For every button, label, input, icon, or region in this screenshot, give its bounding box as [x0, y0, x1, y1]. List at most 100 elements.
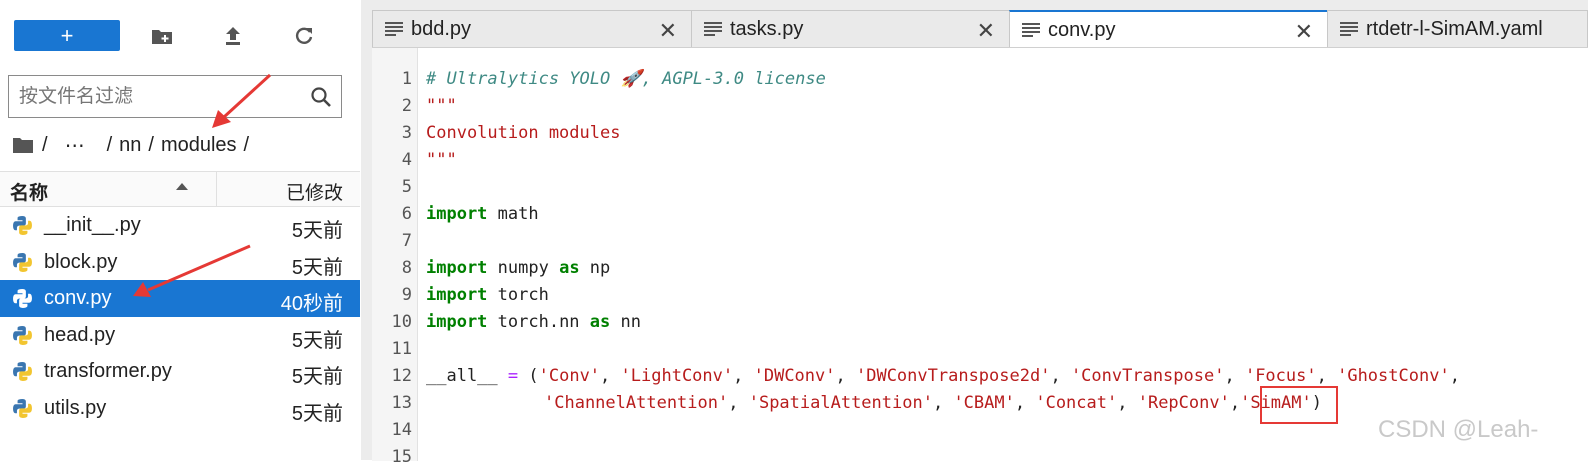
text-file-icon — [1022, 23, 1040, 37]
text-file-icon — [1340, 22, 1358, 36]
code-string: 'DWConvTranspose2d' — [855, 366, 1051, 386]
code-text: , — [1229, 393, 1241, 413]
new-folder-icon — [152, 29, 172, 44]
code-string: 'ChannelAttention' — [544, 393, 729, 413]
code-line: import math — [426, 204, 539, 224]
line-number: 10 — [391, 312, 412, 332]
code-line: """ — [426, 150, 457, 170]
code-string: 'Conv' — [538, 366, 601, 386]
upload-icon — [226, 26, 240, 45]
python-file-icon — [13, 216, 32, 235]
python-file-icon — [13, 289, 32, 309]
file-list-header: 名称 已修改 — [0, 171, 360, 207]
code-text: , — [1117, 393, 1138, 413]
file-row[interactable]: __init__.py 5天前 — [0, 207, 360, 244]
code-line: import torch.nn as nn — [426, 312, 641, 332]
code-keyword: import — [426, 204, 488, 224]
line-number-gutter: 1 2 3 4 5 6 7 8 9 10 11 12 13 14 15 — [372, 48, 418, 467]
file-modified: 5天前 — [291, 220, 343, 242]
tab-rtdetr-yaml[interactable]: rtdetr-l-SimAM.yaml — [1327, 10, 1588, 47]
code-text: , — [932, 393, 954, 413]
close-icon[interactable]: ✕ — [977, 18, 995, 44]
python-file-icon — [13, 362, 32, 382]
file-row[interactable]: transformer.py 5天前 — [0, 353, 360, 390]
code-text: , — [1449, 366, 1460, 386]
line-number: 5 — [401, 177, 412, 197]
line-number: 2 — [401, 96, 412, 116]
column-divider[interactable] — [216, 172, 217, 206]
column-header-name[interactable]: 名称 — [10, 178, 48, 205]
watermark: CSDN @Leah- — [1378, 416, 1539, 443]
code-text: , — [728, 393, 749, 413]
code-string: 'DWConv' — [753, 366, 836, 386]
code-string: 'GhostConv' — [1337, 366, 1450, 386]
code-text: nn — [610, 312, 641, 332]
file-row[interactable]: head.py 5天前 — [0, 317, 360, 354]
code-keyword: import — [426, 258, 488, 278]
breadcrumb-separator: / — [42, 133, 48, 156]
code-keyword: as — [589, 312, 611, 332]
code-line: 'ChannelAttention', 'SpatialAttention', … — [544, 393, 1322, 413]
code-string: """ — [426, 96, 457, 116]
breadcrumb-separator: / — [106, 133, 113, 156]
new-launcher-button[interactable]: + — [14, 20, 120, 51]
file-modified: 5天前 — [291, 329, 343, 352]
tab-tasks[interactable]: tasks.py ✕ — [691, 10, 1010, 47]
tab-bar: bdd.py ✕ tasks.py ✕ conv.py ✕ rtdetr-l-S… — [372, 10, 1588, 48]
file-name: __init__.py — [44, 214, 141, 236]
close-icon[interactable]: ✕ — [1295, 19, 1313, 45]
folder-icon[interactable] — [12, 136, 34, 154]
code-editor[interactable]: 1 2 3 4 5 6 7 8 9 10 11 12 13 14 15 # Ul… — [372, 47, 1588, 467]
code-string: 'ConvTranspose' — [1070, 366, 1225, 386]
code-string: 'Focus' — [1244, 366, 1317, 386]
file-name: block.py — [44, 250, 118, 273]
code-text: numpy — [487, 258, 560, 278]
breadcrumb-ellipsis[interactable]: ⋯ — [65, 133, 85, 158]
code-line: __all__ = ('Conv', 'LightConv', 'DWConv'… — [426, 366, 1460, 386]
line-number: 8 — [401, 258, 412, 278]
tab-label: bdd.py — [411, 17, 472, 40]
highlight-box — [1260, 386, 1338, 424]
file-name: utils.py — [44, 396, 107, 419]
line-number: 12 — [391, 366, 412, 386]
file-row[interactable]: block.py 5天前 — [0, 244, 360, 281]
line-number: 3 — [401, 123, 412, 143]
code-text: __all__ — [426, 366, 498, 386]
python-file-icon — [13, 399, 32, 418]
new-folder-button[interactable] — [148, 20, 176, 51]
search-icon[interactable] — [301, 86, 341, 108]
filter-input[interactable] — [9, 77, 301, 116]
close-icon[interactable]: ✕ — [659, 18, 677, 44]
line-number: 9 — [401, 285, 412, 305]
refresh-icon — [295, 27, 313, 44]
code-line: Convolution modules — [426, 123, 620, 143]
file-browser: + / ⋯ / n — [0, 0, 362, 460]
breadcrumb-item-nn[interactable]: nn — [119, 134, 141, 157]
python-file-icon — [13, 252, 32, 272]
breadcrumb-item-modules[interactable]: modules — [161, 134, 237, 157]
upload-button[interactable] — [219, 20, 247, 51]
code-text: , — [733, 366, 754, 386]
tab-bdd[interactable]: bdd.py ✕ — [372, 10, 692, 47]
tab-label: rtdetr-l-SimAM.yaml — [1366, 17, 1543, 40]
line-number: 13 — [391, 393, 412, 413]
code-string: 'SpatialAttention' — [748, 393, 933, 413]
line-number: 1 — [401, 69, 412, 89]
file-list: __init__.py 5天前 block.py 5天前 conv.py 40秒… — [0, 207, 360, 427]
editor-area: bdd.py ✕ tasks.py ✕ conv.py ✕ rtdetr-l-S… — [361, 0, 1588, 467]
text-file-icon — [704, 22, 722, 36]
code-string: 'Concat' — [1035, 393, 1118, 413]
code-string: 'CBAM' — [953, 393, 1015, 413]
file-row[interactable]: utils.py 5天前 — [0, 390, 360, 427]
sort-ascending-icon[interactable] — [176, 183, 188, 190]
file-row-selected[interactable]: conv.py 40秒前 — [0, 280, 360, 317]
file-modified: 5天前 — [291, 366, 343, 389]
code-keyword: as — [559, 258, 580, 278]
code-text: torch — [487, 285, 549, 305]
code-keyword: import — [426, 285, 488, 305]
tab-conv[interactable]: conv.py ✕ — [1009, 10, 1328, 48]
code-text: , — [1050, 366, 1071, 386]
column-header-modified[interactable]: 已修改 — [286, 178, 343, 205]
code-text: , — [600, 366, 621, 386]
refresh-button[interactable] — [290, 20, 318, 51]
